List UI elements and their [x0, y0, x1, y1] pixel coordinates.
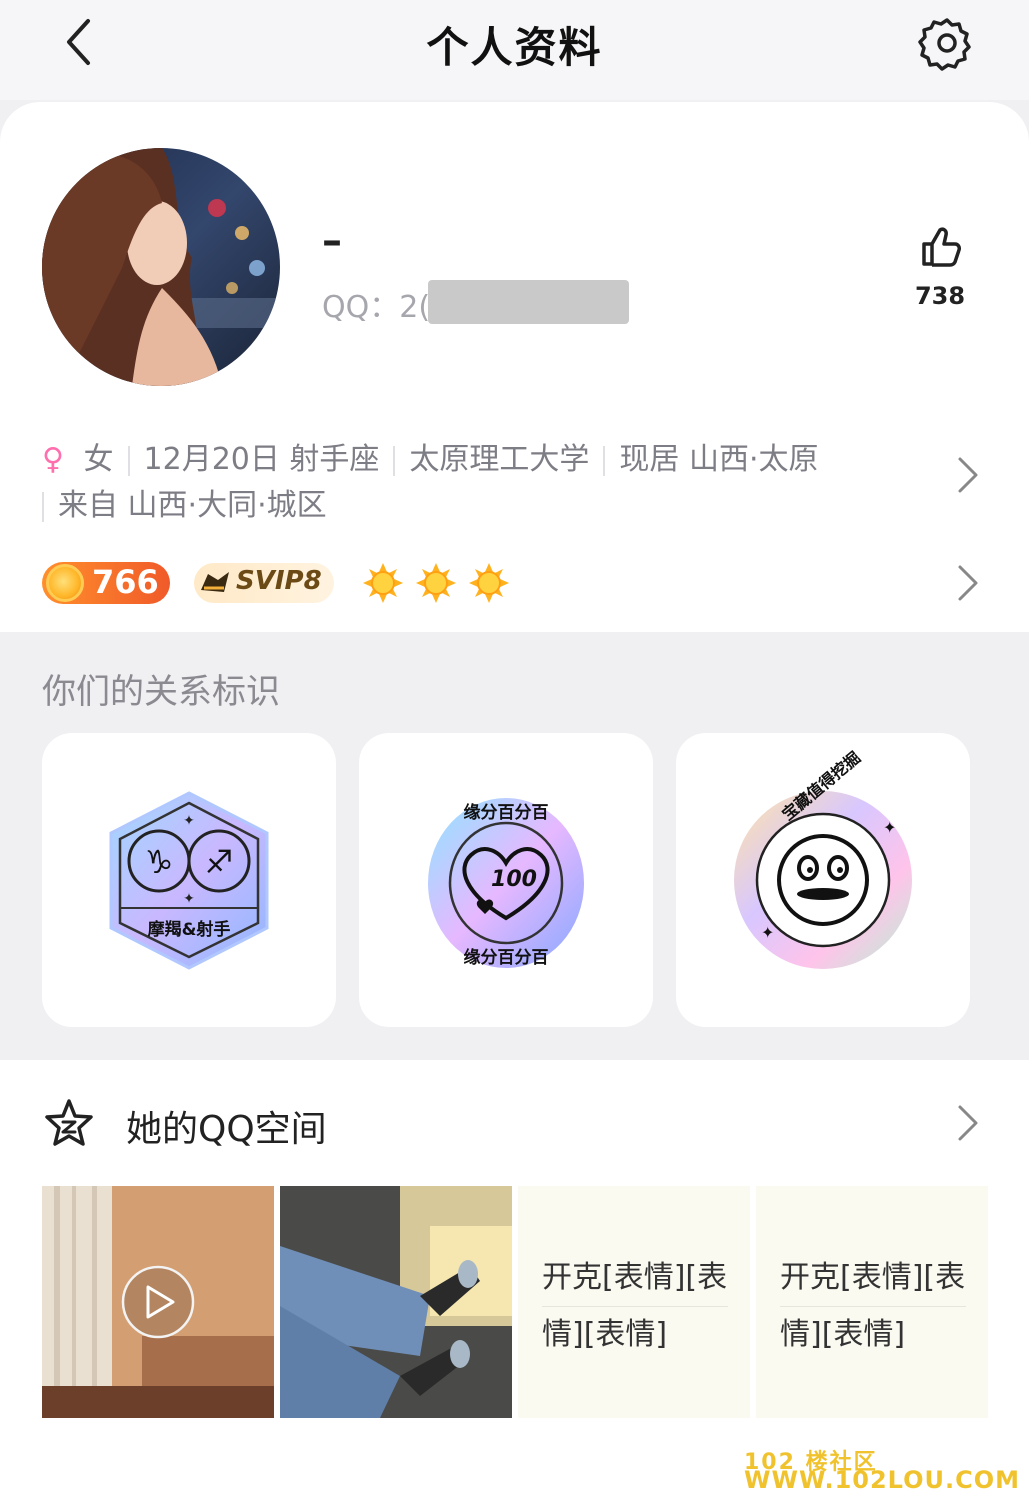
qzone-photo-thumb[interactable]: [280, 1186, 512, 1418]
qzone-text-post[interactable]: 开克[表情][表 情][表情]: [518, 1186, 750, 1418]
video-thumbnail-image: [42, 1186, 274, 1418]
profile-info-line-1: ♀ 女 12月20日 射手座 太原理工大学 现居 山西·太原: [42, 434, 819, 478]
svg-text:✦: ✦: [761, 923, 774, 942]
level-number: 766: [92, 563, 159, 601]
qzone-text-post[interactable]: 开克[表情][表 情][表情]: [756, 1186, 988, 1418]
sun-icon[interactable]: [469, 563, 509, 603]
watermark-line-2: WWW.102LOU.COM: [744, 1466, 1021, 1494]
relation-card-zodiac[interactable]: ♑ ♐ 摩羯&射手 ✦ ✦: [42, 733, 336, 1027]
chevron-right-icon: [958, 1105, 978, 1141]
school: 太原理工大学: [409, 442, 590, 477]
settings-button[interactable]: [918, 14, 976, 72]
thumbs-up-icon: [922, 227, 961, 267]
ring-text-top: 缘分百分百: [464, 802, 549, 823]
qq-number: QQ：2(: [322, 290, 431, 325]
post-text-line: 开克[表情][表: [780, 1250, 966, 1307]
svg-text:♑: ♑: [145, 843, 174, 881]
info-more-button[interactable]: [952, 455, 982, 495]
hometown: 来自 山西·大同·城区: [58, 488, 327, 523]
svg-text:✦: ✦: [183, 813, 195, 829]
svg-text:✦: ✦: [183, 891, 195, 907]
svip-label: SVIP8: [236, 566, 322, 596]
page-title: 个人资料: [426, 23, 603, 72]
post-text-line: 情][表情]: [780, 1317, 906, 1352]
avatar-photo: [42, 148, 280, 386]
nickname: –: [322, 218, 342, 264]
profile-info-line-2: 来自 山西·大同·城区: [42, 480, 327, 524]
gender: 女: [83, 442, 114, 477]
sun-icon[interactable]: [416, 563, 456, 603]
avatar[interactable]: [42, 148, 280, 386]
chevron-right-icon: [958, 565, 978, 601]
gear-icon: [918, 18, 971, 71]
relation-card-100[interactable]: 100 缘分百分百 缘分百分百: [359, 733, 653, 1027]
divider: [42, 491, 44, 522]
ring-text-bottom: 缘分百分百: [464, 947, 549, 968]
badges-more-button[interactable]: [952, 563, 982, 603]
photo-thumbnail-image: [280, 1186, 512, 1418]
residence: 现居 山西·太原: [619, 442, 819, 477]
chevron-right-icon: [958, 457, 978, 493]
qzone-title[interactable]: 她的QQ空间: [126, 1100, 327, 1152]
divider: [603, 445, 606, 476]
relation-card-treasure[interactable]: 宝藏值得挖掘 ✦ ✦: [676, 733, 970, 1027]
divider: [127, 445, 130, 476]
qq-number-mask: [428, 280, 629, 324]
qzone-video-thumb[interactable]: [42, 1186, 274, 1418]
treasure-badge-icon: 宝藏值得挖掘 ✦ ✦: [734, 748, 912, 969]
zodiac-badge-icon: ♑ ♐ 摩羯&射手 ✦ ✦: [109, 791, 269, 970]
like-count: 738: [914, 282, 966, 310]
post-text-line: 情][表情]: [542, 1317, 668, 1352]
relation-section-title: 你们的关系标识: [42, 672, 280, 712]
zodiac-badge-label: 摩羯&射手: [148, 919, 231, 940]
qzone-star-icon: [44, 1098, 94, 1148]
qzone-more-button[interactable]: [952, 1103, 982, 1143]
level-coin-icon: [46, 564, 84, 602]
heart-100-number: 100: [491, 867, 537, 892]
svip-crown-icon: [198, 566, 232, 600]
svg-text:✦: ✦: [883, 818, 896, 837]
heart-100-badge-icon: 100 缘分百分百 缘分百分百: [428, 798, 584, 968]
svg-text:♐: ♐: [205, 843, 234, 881]
post-text-line: 开克[表情][表: [542, 1250, 728, 1307]
female-icon: ♀: [42, 442, 64, 477]
birthday: 12月20日 射手座: [143, 442, 380, 477]
sun-icon[interactable]: [363, 563, 403, 603]
divider: [393, 445, 396, 476]
